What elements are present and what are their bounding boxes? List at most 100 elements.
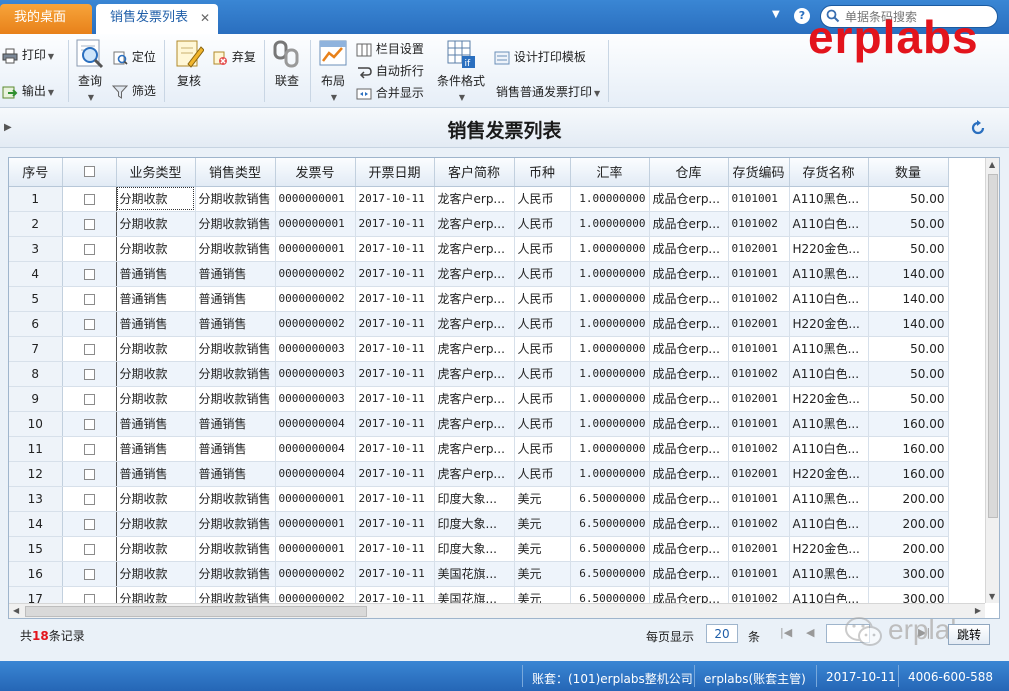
table-row[interactable]: 13 分期收款 分期收款销售 0000000001 2017-10-11 印度大象... 美… [9,486,949,512]
row-checkbox[interactable] [83,293,95,305]
abandon-review-button[interactable]: 弃复 [212,48,256,66]
table-row[interactable]: 7 分期收款 分期收款销售 0000000003 2017-10-11 虎客户erp...… [9,336,949,362]
first-page-icon[interactable]: |◀ [780,626,792,639]
row-checkbox-cell[interactable] [62,411,117,437]
table-row[interactable]: 11 普通销售 普通销售 0000000004 2017-10-11 虎客户erp... 人… [9,436,949,462]
table-cell: 12 [9,461,63,487]
horizontal-scrollbar[interactable]: ◀ ▶ [9,603,985,618]
row-checkbox[interactable] [83,318,95,330]
row-checkbox[interactable] [83,268,95,280]
column-header[interactable]: 存货名称 [789,158,869,187]
column-header[interactable]: 仓库 [649,158,729,187]
column-header[interactable]: 数量 [868,158,949,187]
table-row[interactable]: 8 分期收款 分期收款销售 0000000003 2017-10-11 虎客户erp...… [9,361,949,387]
table-row[interactable]: 9 分期收款 分期收款销售 0000000003 2017-10-11 虎客户erp...… [9,386,949,412]
row-checkbox-cell[interactable] [62,311,117,337]
link-query-button[interactable]: 联查 [272,38,302,89]
row-checkbox-cell[interactable] [62,486,117,512]
table-cell: 美国花旗... [434,561,515,587]
row-checkbox[interactable] [83,218,95,230]
vertical-scroll-thumb[interactable] [988,174,998,518]
tab-close-icon[interactable]: ✕ [200,4,210,32]
horizontal-scroll-thumb[interactable] [25,606,367,617]
table-row[interactable]: 4 普通销售 普通销售 0000000002 2017-10-11 龙客户erp... 人民… [9,261,949,287]
row-checkbox-cell[interactable] [62,336,117,362]
tab-desktop[interactable]: 我的桌面 [0,4,92,34]
table-row[interactable]: 6 普通销售 普通销售 0000000002 2017-10-11 龙客户erp... 人民… [9,311,949,337]
select-all-checkbox-header[interactable] [62,158,117,187]
prev-page-icon[interactable]: ◀ [806,626,814,639]
dropdown-arrow-icon[interactable]: ▼ [772,9,780,20]
column-header[interactable]: 序号 [9,158,63,187]
row-checkbox[interactable] [83,368,95,380]
row-checkbox-cell[interactable] [62,561,117,587]
row-checkbox[interactable] [83,243,95,255]
column-header[interactable]: 销售类型 [195,158,276,187]
table-row[interactable]: 10 普通销售 普通销售 0000000004 2017-10-11 虎客户erp... 人… [9,411,949,437]
conditional-format-button[interactable]: if 条件格式 ▼ [434,38,488,103]
row-checkbox[interactable] [83,443,95,455]
table-row[interactable]: 3 分期收款 分期收款销售 0000000001 2017-10-11 龙客户erp...… [9,236,949,262]
locate-button[interactable]: 定位 [112,48,156,66]
per-page-input[interactable] [706,624,738,643]
row-checkbox[interactable] [83,343,95,355]
column-header[interactable]: 业务类型 [116,158,196,187]
scroll-left-icon[interactable]: ◀ [13,606,19,615]
query-button[interactable]: 查询 ▼ [74,38,106,103]
row-checkbox[interactable] [83,418,95,430]
row-checkbox[interactable] [83,543,95,555]
tab-sales-invoice-list[interactable]: 销售发票列表 ✕ [96,4,218,34]
export-button[interactable]: 输出 ▼ [2,82,54,100]
table-row[interactable]: 12 普通销售 普通销售 0000000004 2017-10-11 虎客户erp... 人… [9,461,949,487]
row-checkbox[interactable] [83,568,95,580]
row-checkbox-cell[interactable] [62,286,117,312]
row-checkbox-cell[interactable] [62,186,117,212]
column-header[interactable]: 币种 [514,158,571,187]
column-header[interactable]: 客户简称 [434,158,515,187]
table-cell: 0102001 [728,461,790,487]
select-all-checkbox[interactable] [83,166,95,178]
row-checkbox[interactable] [83,193,95,205]
row-checkbox-cell[interactable] [62,211,117,237]
row-checkbox[interactable] [83,393,95,405]
column-header[interactable]: 发票号 [275,158,356,187]
column-header[interactable]: 存货编码 [728,158,790,187]
row-checkbox-cell[interactable] [62,511,117,537]
row-checkbox[interactable] [83,468,95,480]
column-header[interactable]: 汇率 [570,158,650,187]
table-row[interactable]: 5 普通销售 普通销售 0000000002 2017-10-11 龙客户erp... 人民… [9,286,949,312]
row-checkbox-cell[interactable] [62,361,117,387]
table-row[interactable]: 14 分期收款 分期收款销售 0000000001 2017-10-11 印度大象... 美… [9,511,949,537]
table-row[interactable]: 15 分期收款 分期收款销售 0000000001 2017-10-11 印度大象... 美… [9,536,949,562]
table-cell: 人民币 [514,361,571,387]
column-header[interactable]: 开票日期 [355,158,435,187]
row-checkbox[interactable] [83,493,95,505]
layout-button[interactable]: 布局 ▼ [316,38,350,103]
merge-display-button[interactable]: 合并显示 [356,84,424,101]
print-button[interactable]: 打印 ▼ [2,46,54,64]
column-settings-button[interactable]: 栏目设置 [356,40,424,57]
jump-button[interactable]: 跳转 [948,624,990,645]
table-cell: 成品仓erp... [649,461,729,487]
row-checkbox[interactable] [83,518,95,530]
row-checkbox-cell[interactable] [62,236,117,262]
row-checkbox-cell[interactable] [62,386,117,412]
row-checkbox-cell[interactable] [62,536,117,562]
table-row[interactable]: 16 分期收款 分期收款销售 0000000002 2017-10-11 美国花旗... 美… [9,561,949,587]
review-button[interactable]: 复核 [172,38,206,89]
row-checkbox-cell[interactable] [62,461,117,487]
refresh-icon[interactable] [970,120,986,136]
per-page-unit: 条 [748,630,761,644]
vertical-scrollbar[interactable]: ▲ ▼ [985,158,999,603]
row-checkbox-cell[interactable] [62,436,117,462]
table-row[interactable]: 1 分期收款 分期收款销售 0000000001 2017-10-11 龙客户erp...… [9,186,949,212]
filter-button[interactable]: 筛选 [112,82,156,100]
table-row[interactable]: 2 分期收款 分期收款销售 0000000001 2017-10-11 龙客户erp...… [9,211,949,237]
scroll-up-icon[interactable]: ▲ [989,160,995,169]
design-print-template-button[interactable]: 设计打印模板 [494,48,586,66]
table-cell: 16 [9,561,63,587]
auto-wrap-button[interactable]: 自动折行 [356,62,424,79]
row-checkbox-cell[interactable] [62,261,117,287]
scroll-down-icon[interactable]: ▼ [989,592,995,601]
print-normal-invoice-button[interactable]: 销售普通发票打印 ▼ [496,83,600,100]
